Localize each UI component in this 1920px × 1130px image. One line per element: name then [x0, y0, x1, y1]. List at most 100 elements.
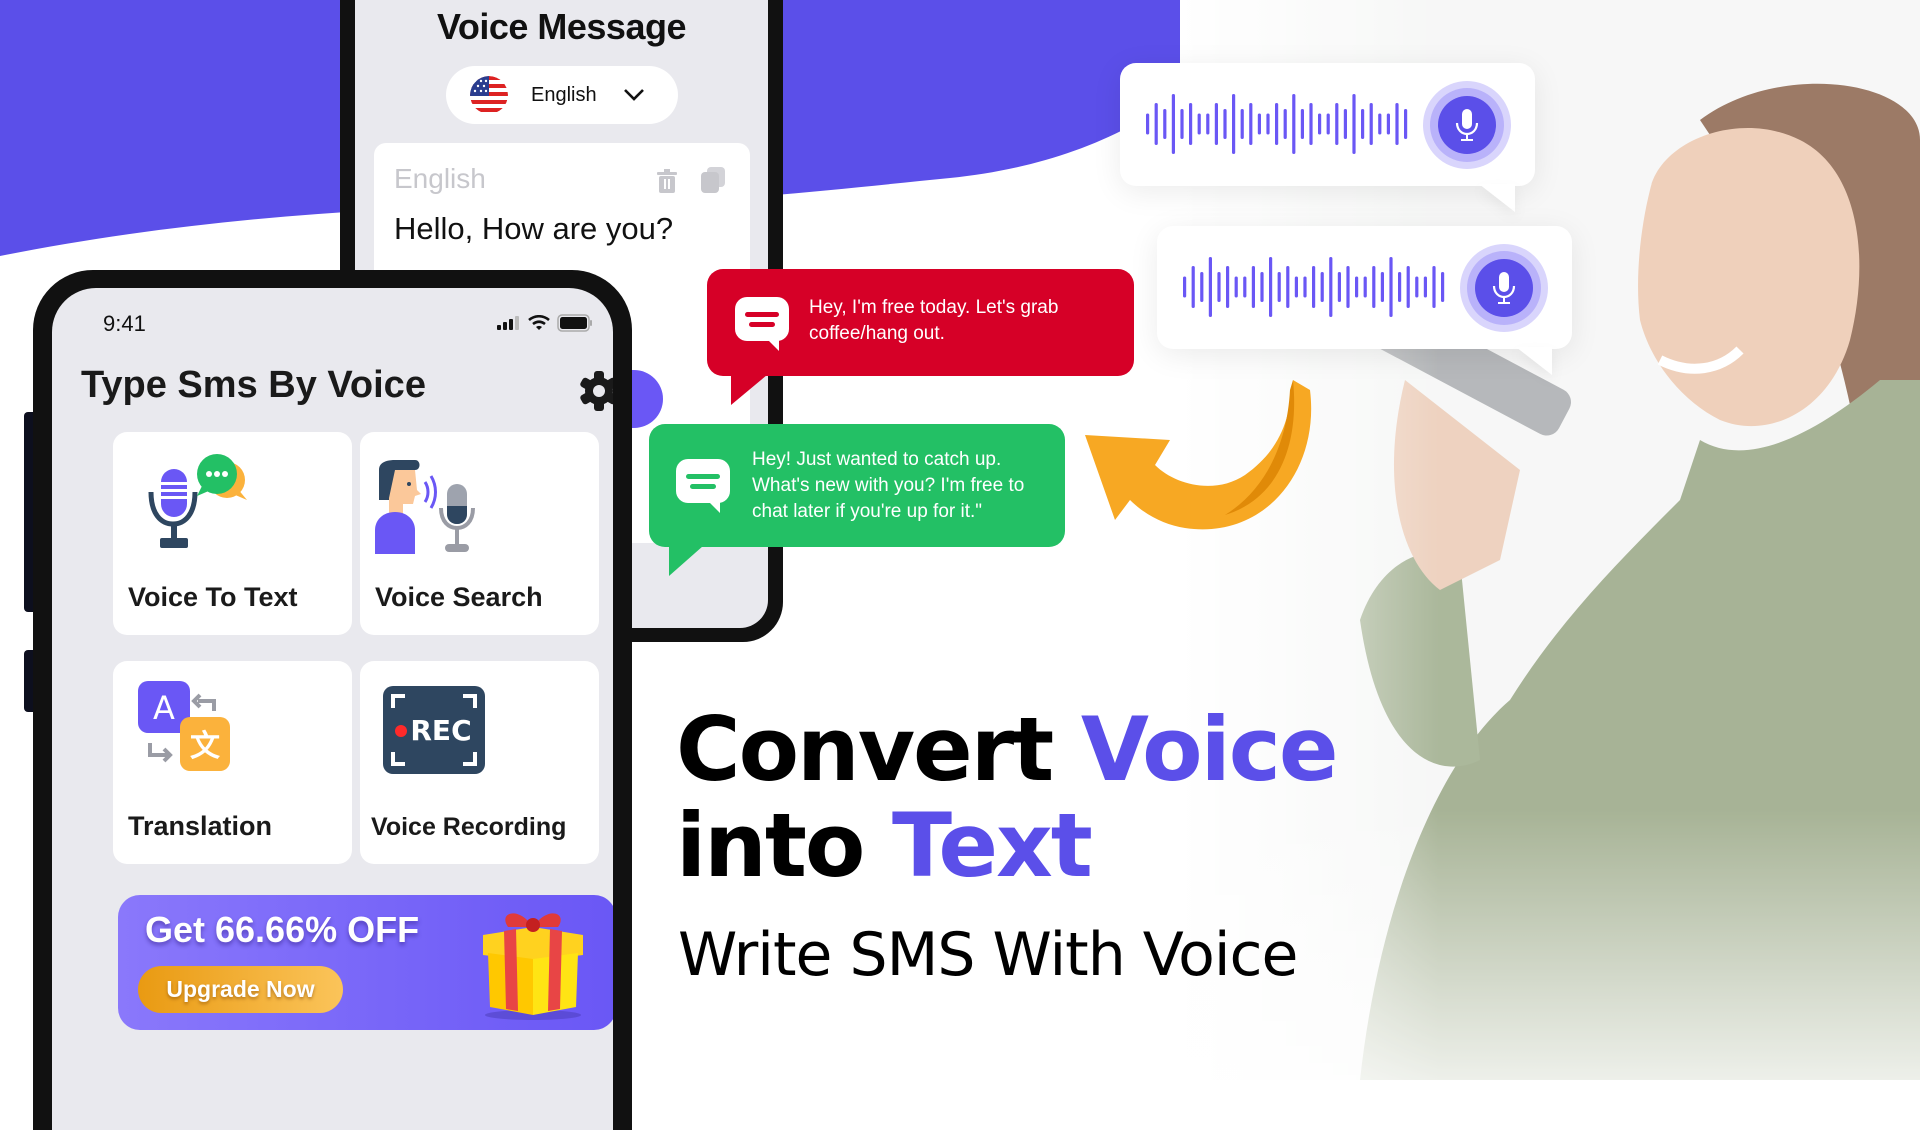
wifi-icon [528, 315, 550, 330]
waveform-bar [1180, 109, 1184, 139]
trash-icon[interactable] [656, 169, 678, 193]
waveform-bar [1217, 272, 1221, 302]
headline: Convert Voice into Text [676, 702, 1339, 897]
upgrade-now-button[interactable]: Upgrade Now [138, 966, 343, 1013]
feature-card-voice-search[interactable]: Voice Search [360, 432, 599, 635]
waveform-bar [1326, 113, 1330, 135]
gear-icon[interactable] [578, 370, 613, 412]
front-phone-mockup: 9:41 Type Sms By Voice Voice To Text Voi… [33, 270, 632, 1130]
waveform-bar [1234, 276, 1238, 298]
waveform-bar [1266, 113, 1270, 135]
selected-language: English [531, 83, 597, 106]
waveform-bar [1406, 266, 1410, 308]
waveform-bar [1208, 257, 1212, 317]
waveform-icon [1183, 257, 1445, 317]
waveform-bar [1363, 276, 1367, 298]
waveform-bar [1372, 266, 1376, 308]
waveform-bar [1355, 276, 1359, 298]
svg-text:A: A [153, 689, 175, 727]
waveform-bar [1251, 266, 1255, 308]
chat-bubble-red: Hey, I'm free today. Let's grab coffee/h… [707, 269, 1134, 405]
gift-icon [483, 913, 583, 1020]
app-home-screen: 9:41 Type Sms By Voice Voice To Text Voi… [52, 288, 613, 1130]
waveform-bar [1432, 266, 1436, 308]
feature-card-voice-recording[interactable]: REC Voice Recording [360, 661, 599, 864]
feature-card-translation[interactable]: A 文 Translation [113, 661, 352, 864]
message-icon [676, 459, 730, 513]
waveform-bar [1303, 276, 1307, 298]
waveform-bar [1277, 272, 1281, 302]
waveform-bar [1329, 257, 1333, 317]
waveform-bar [1386, 113, 1390, 135]
waveform-bar [1189, 103, 1193, 145]
mic-button[interactable] [1460, 244, 1548, 332]
waveform-bar [1398, 272, 1402, 302]
waveform-bar [1171, 94, 1175, 154]
chat-text: Hey! Just wanted to catch up. What's new… [752, 449, 1025, 522]
chat-text: Hey, I'm free today. Let's grab coffee/h… [809, 297, 1059, 344]
voice-note-card [1157, 226, 1572, 375]
waveform-bar [1423, 276, 1427, 298]
waveform-bar [1163, 109, 1167, 139]
waveform-bar [1240, 109, 1244, 139]
waveform-bar [1361, 109, 1365, 139]
headline-accent: Text [891, 794, 1093, 897]
rec-icon: REC [383, 686, 485, 774]
transcribed-text[interactable]: Hello, How are you? [394, 211, 673, 247]
waveform-bar [1320, 272, 1324, 302]
curved-arrow-icon [1085, 380, 1312, 530]
waveform-bar [1223, 109, 1227, 139]
source-language-label: English [394, 163, 486, 194]
rec-icon-text: REC [410, 714, 471, 747]
headline-text: Convert [676, 698, 1081, 801]
copy-icon[interactable] [701, 167, 725, 193]
waveform-bar [1343, 109, 1347, 139]
waveform-bar [1335, 103, 1339, 145]
waveform-bar [1283, 109, 1287, 139]
bubble-tail [731, 375, 767, 405]
waveform-bar [1346, 266, 1350, 308]
waveform-bar [1214, 103, 1218, 145]
status-time: 9:41 [103, 311, 146, 336]
chevron-down-icon [623, 89, 644, 101]
message-icon [735, 297, 789, 351]
feature-label: Voice Recording [371, 813, 567, 841]
waveform-bar [1292, 94, 1296, 154]
waveform-bar [1197, 113, 1201, 135]
waveform-bar [1294, 276, 1298, 298]
waveform-bar [1318, 113, 1322, 135]
feature-card-voice-to-text[interactable]: Voice To Text [113, 432, 352, 635]
feature-label: Voice To Text [128, 582, 298, 612]
waveform-bar [1389, 257, 1393, 317]
waveform-bar [1352, 94, 1356, 154]
waveform-bar [1154, 103, 1158, 145]
waveform-bar [1441, 272, 1445, 302]
subtitle: Write SMS With Voice [678, 920, 1298, 990]
waveform-bar [1404, 109, 1408, 139]
waveform-bar [1312, 266, 1316, 308]
promo-banner[interactable]: Get 66.66% OFF Upgrade Now [118, 895, 613, 1030]
waveform-bar [1249, 103, 1253, 145]
waveform-icon [1146, 94, 1408, 154]
waveform-bar [1380, 272, 1384, 302]
language-selector[interactable]: English [446, 66, 678, 124]
waveform-bar [1206, 113, 1210, 135]
mic-button[interactable] [1423, 81, 1511, 169]
screen-title: Voice Message [437, 6, 686, 47]
waveform-bar [1275, 103, 1279, 145]
waveform-bar [1260, 272, 1264, 302]
card-tail [1516, 347, 1552, 375]
feature-label: Voice Search [375, 582, 543, 612]
card-tail [1479, 184, 1515, 212]
waveform-bar [1269, 257, 1273, 317]
waveform-bar [1200, 272, 1204, 302]
svg-text:文: 文 [190, 729, 220, 764]
waveform-bar [1309, 103, 1313, 145]
waveform-bar [1146, 113, 1150, 135]
bubble-tail [669, 546, 703, 576]
waveform-bar [1337, 272, 1341, 302]
waveform-bar [1369, 103, 1373, 145]
signal-icon [497, 316, 519, 330]
voice-note-card [1120, 63, 1535, 212]
waveform-bar [1300, 109, 1304, 139]
